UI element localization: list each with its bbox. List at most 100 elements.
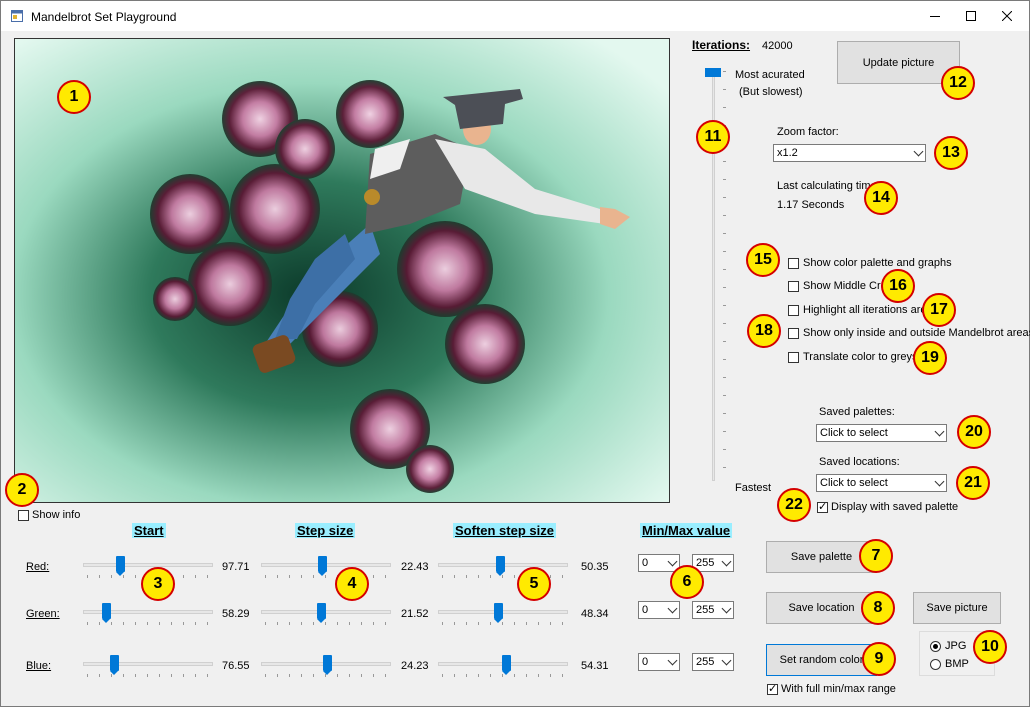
slowest-label: (But slowest) <box>739 86 803 98</box>
iterations-slider-thumb[interactable] <box>705 68 721 77</box>
zoom-factor-value: x1.2 <box>777 147 798 159</box>
inside-outside-label: Show only inside and outside Mandelbrot … <box>803 327 1030 339</box>
start-value: 58.29 <box>222 608 250 620</box>
soften-slider-thumb[interactable] <box>496 556 505 576</box>
iterations-label: Iterations: <box>692 38 751 52</box>
iterations-value: 42000 <box>762 40 793 52</box>
annotation-badge-10: 10 <box>973 630 1007 664</box>
jpg-label: JPG <box>945 640 967 652</box>
show-palette-label: Show color palette and graphs <box>803 257 952 269</box>
jpg-radio[interactable] <box>930 641 941 652</box>
chevron-down-icon <box>721 556 732 567</box>
step-slider-track[interactable] <box>261 610 391 614</box>
channel-name: Green: <box>26 608 60 620</box>
full-range-checkbox[interactable] <box>767 682 778 695</box>
annotation-badge-14: 14 <box>864 181 898 215</box>
channel-name: Red: <box>26 561 50 573</box>
annotation-badge-21: 21 <box>956 466 990 500</box>
calc-time-value: 1.17 Seconds <box>777 199 845 211</box>
start-slider-track[interactable] <box>83 662 213 666</box>
chevron-down-icon <box>913 146 924 157</box>
step-slider-thumb[interactable] <box>323 655 332 675</box>
max-value: 255 <box>696 557 715 569</box>
zoom-factor-label: Zoom factor: <box>777 126 839 138</box>
annotation-badge-2: 2 <box>5 473 39 507</box>
annotation-badge-9: 9 <box>862 642 896 676</box>
start-value: 97.71 <box>222 561 250 573</box>
header-min-max: Min/Max value <box>640 523 733 538</box>
step-slider-thumb[interactable] <box>317 603 326 623</box>
soften-value: 54.31 <box>581 660 609 672</box>
full-range-label: With full min/max range <box>781 683 896 695</box>
display-saved-palette-checkbox[interactable] <box>817 500 828 513</box>
window-title: Mandelbrot Set Playground <box>31 10 177 24</box>
min-value: 0 <box>642 656 649 668</box>
step-value: 21.52 <box>401 608 429 620</box>
header-start: Start <box>132 523 166 538</box>
chevron-down-icon <box>934 476 945 487</box>
max-value: 255 <box>696 656 715 668</box>
saved-locations-select[interactable]: Click to select <box>816 474 947 492</box>
start-slider-thumb[interactable] <box>102 603 111 623</box>
header-step-size: Step size <box>295 523 356 538</box>
most-accurate-label: Most acurated <box>735 69 805 81</box>
calc-time-label: Last calculating time: <box>777 180 880 192</box>
annotation-badge-6: 6 <box>670 565 704 599</box>
soften-slider-track[interactable] <box>438 610 568 614</box>
app-window: Mandelbrot Set Playground Show info Iter… <box>0 0 1030 707</box>
saved-palettes-select[interactable]: Click to select <box>816 424 947 442</box>
start-slider-ticks <box>87 674 211 677</box>
show-palette-checkbox[interactable] <box>788 258 799 269</box>
step-slider-thumb[interactable] <box>318 556 327 576</box>
soften-slider-thumb[interactable] <box>502 655 511 675</box>
saved-locations-label: Saved locations: <box>819 456 900 468</box>
start-slider-thumb[interactable] <box>110 655 119 675</box>
step-slider-ticks <box>265 575 389 578</box>
chevron-down-icon <box>721 655 732 666</box>
show-info-checkbox[interactable] <box>18 510 29 521</box>
min-value: 0 <box>642 557 649 569</box>
save-picture-button[interactable]: Save picture <box>913 592 1001 624</box>
chevron-down-icon <box>667 603 678 614</box>
annotation-badge-7: 7 <box>859 539 893 573</box>
mandelbrot-canvas[interactable] <box>14 38 670 503</box>
min-value-select[interactable]: 0 <box>638 601 680 619</box>
channel-name: Blue: <box>26 660 52 672</box>
greyscale-checkbox[interactable] <box>788 352 799 363</box>
minimize-icon <box>930 16 940 17</box>
highlight-iterations-checkbox[interactable] <box>788 305 799 316</box>
fractal-image <box>15 39 669 502</box>
annotation-badge-4: 4 <box>335 567 369 601</box>
zoom-factor-select[interactable]: x1.2 <box>773 144 926 162</box>
annotation-badge-12: 12 <box>941 66 975 100</box>
annotation-badge-11: 11 <box>696 120 730 154</box>
inside-outside-checkbox[interactable] <box>788 328 799 339</box>
highlight-iterations-label: Highlight all iterations areas <box>803 304 939 316</box>
chevron-down-icon <box>667 655 678 666</box>
set-random-color-button[interactable]: Set random color <box>766 644 877 676</box>
annotation-badge-16: 16 <box>881 269 915 303</box>
fastest-label: Fastest <box>735 482 772 494</box>
step-value: 22.43 <box>401 561 429 573</box>
max-value-select[interactable]: 255 <box>692 601 734 619</box>
title-bar: Mandelbrot Set Playground <box>1 1 1029 31</box>
start-slider-thumb[interactable] <box>116 556 125 576</box>
close-button[interactable] <box>984 1 1030 31</box>
step-value: 24.23 <box>401 660 429 672</box>
chevron-down-icon <box>934 426 945 437</box>
show-middle-cross-checkbox[interactable] <box>788 281 799 292</box>
soften-slider-thumb[interactable] <box>494 603 503 623</box>
soften-value: 48.34 <box>581 608 609 620</box>
soften-slider-ticks <box>442 622 566 625</box>
min-value-select[interactable]: 0 <box>638 653 680 671</box>
annotation-badge-3: 3 <box>141 567 175 601</box>
saved-palettes-value: Click to select <box>820 427 888 439</box>
max-value-select[interactable]: 255 <box>692 653 734 671</box>
max-value: 255 <box>696 604 715 616</box>
annotation-badge-13: 13 <box>934 136 968 170</box>
annotation-badge-20: 20 <box>957 415 991 449</box>
close-icon <box>1002 11 1012 21</box>
start-slider-track[interactable] <box>83 563 213 567</box>
annotation-badge-1: 1 <box>57 80 91 114</box>
bmp-radio[interactable] <box>930 659 941 670</box>
